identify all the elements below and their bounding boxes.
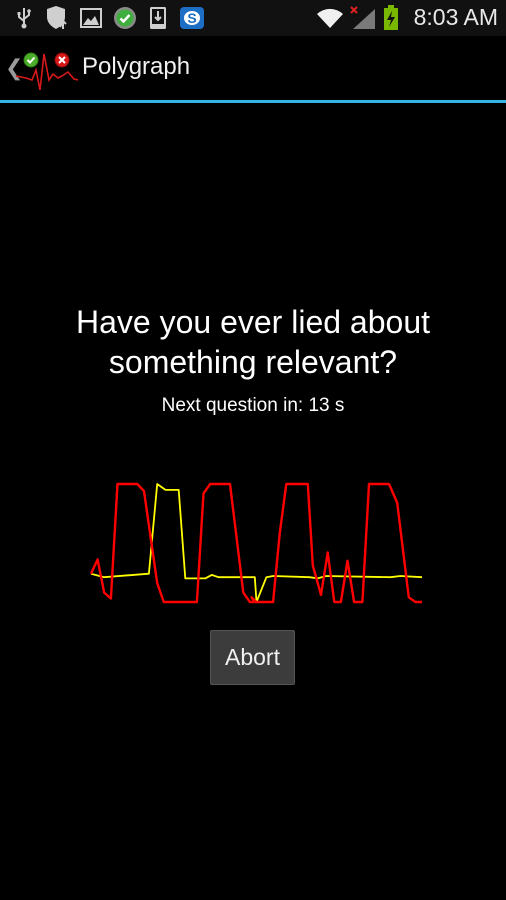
app-title: Polygraph xyxy=(82,53,191,80)
abort-button[interactable]: Abort xyxy=(210,630,295,685)
usb-icon xyxy=(14,6,34,30)
yellow-trace xyxy=(90,483,423,603)
battery-charging-icon xyxy=(381,5,401,30)
polygraph-chart xyxy=(89,482,423,604)
status-clock: 8:03 AM xyxy=(413,4,498,30)
gallery-icon xyxy=(79,6,103,30)
app-logo-icon[interactable] xyxy=(15,50,79,91)
countdown-label: Next question in: 13 s xyxy=(161,395,345,416)
action-bar-divider xyxy=(0,100,506,103)
red-trace xyxy=(89,482,422,604)
status-bar: S 8:03 AM xyxy=(0,0,506,36)
no-signal-icon xyxy=(348,6,378,30)
action-bar: ❮ Polygraph xyxy=(0,36,506,103)
wifi-icon xyxy=(315,6,345,30)
download-icon xyxy=(148,6,168,30)
security-shield-icon xyxy=(44,6,72,30)
question-text: Have you ever lied about something relev… xyxy=(76,304,430,380)
svg-text:S: S xyxy=(187,10,196,26)
skype-icon: S xyxy=(178,6,206,30)
check-circle-icon xyxy=(112,6,138,30)
